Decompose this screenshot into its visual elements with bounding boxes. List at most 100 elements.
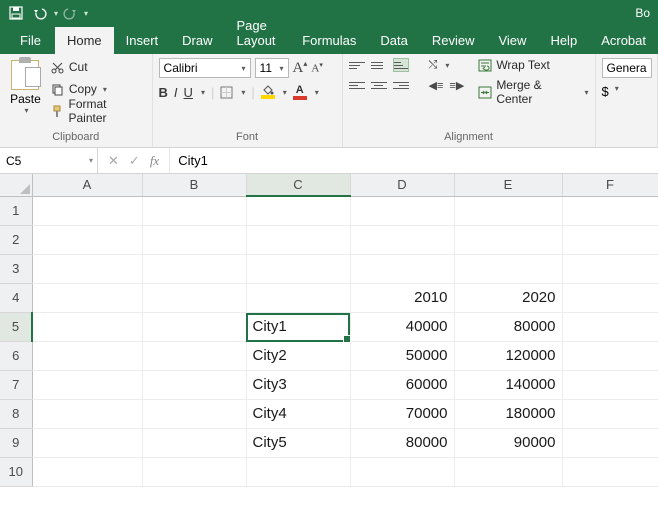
- tab-insert[interactable]: Insert: [114, 27, 171, 54]
- col-header-F[interactable]: F: [562, 174, 658, 196]
- cell-A7[interactable]: [32, 370, 142, 399]
- cell-E4[interactable]: 2020: [454, 283, 562, 312]
- decrease-font-icon[interactable]: A▾: [311, 61, 322, 75]
- decrease-indent-button[interactable]: ◀≡: [429, 79, 444, 92]
- cell-D2[interactable]: [350, 225, 454, 254]
- save-button[interactable]: [4, 1, 28, 25]
- cell-D4[interactable]: 2010: [350, 283, 454, 312]
- bold-button[interactable]: B: [159, 85, 168, 100]
- cell-A4[interactable]: [32, 283, 142, 312]
- format-painter-button[interactable]: Format Painter: [51, 102, 146, 120]
- cell-F8[interactable]: [562, 399, 658, 428]
- increase-indent-button[interactable]: ≡▶: [449, 79, 464, 92]
- font-size-combo[interactable]: 11▾: [255, 58, 289, 78]
- cell-B6[interactable]: [142, 341, 246, 370]
- fx-icon[interactable]: fx: [150, 153, 159, 169]
- currency-button[interactable]: $: [602, 84, 609, 99]
- row-header-8[interactable]: 8: [0, 399, 32, 428]
- cell-A8[interactable]: [32, 399, 142, 428]
- cell-D1[interactable]: [350, 196, 454, 225]
- cell-A10[interactable]: [32, 457, 142, 486]
- select-all-corner[interactable]: [0, 174, 32, 196]
- enter-formula-icon[interactable]: ✓: [129, 153, 140, 169]
- row-header-5[interactable]: 5: [0, 312, 32, 341]
- wrap-text-button[interactable]: Wrap Text: [478, 58, 588, 72]
- paste-button[interactable]: Paste: [10, 92, 41, 106]
- cell-E2[interactable]: [454, 225, 562, 254]
- cell-F10[interactable]: [562, 457, 658, 486]
- cell-E3[interactable]: [454, 254, 562, 283]
- row-header-6[interactable]: 6: [0, 341, 32, 370]
- row-header-1[interactable]: 1: [0, 196, 32, 225]
- align-center-button[interactable]: [371, 78, 387, 92]
- cell-B5[interactable]: [142, 312, 246, 341]
- cell-A1[interactable]: [32, 196, 142, 225]
- cell-C1[interactable]: [246, 196, 350, 225]
- cell-D7[interactable]: 60000: [350, 370, 454, 399]
- cell-E1[interactable]: [454, 196, 562, 225]
- undo-button[interactable]: [28, 1, 52, 25]
- cell-A5[interactable]: [32, 312, 142, 341]
- cancel-formula-icon[interactable]: ✕: [108, 153, 119, 169]
- cell-B7[interactable]: [142, 370, 246, 399]
- tab-view[interactable]: View: [486, 27, 538, 54]
- cell-D3[interactable]: [350, 254, 454, 283]
- cell-D8[interactable]: 70000: [350, 399, 454, 428]
- tab-data[interactable]: Data: [368, 27, 419, 54]
- tab-page-layout[interactable]: Page Layout: [225, 12, 291, 54]
- tab-review[interactable]: Review: [420, 27, 487, 54]
- col-header-C[interactable]: C: [246, 174, 350, 196]
- row-header-4[interactable]: 4: [0, 283, 32, 312]
- cell-D10[interactable]: [350, 457, 454, 486]
- row-header-7[interactable]: 7: [0, 370, 32, 399]
- orientation-button[interactable]: ⤭: [429, 59, 438, 72]
- cell-B2[interactable]: [142, 225, 246, 254]
- cell-C5[interactable]: City1: [246, 312, 350, 341]
- cell-A2[interactable]: [32, 225, 142, 254]
- row-header-2[interactable]: 2: [0, 225, 32, 254]
- italic-button[interactable]: I: [174, 85, 178, 100]
- cell-D9[interactable]: 80000: [350, 428, 454, 457]
- tab-formulas[interactable]: Formulas: [290, 27, 368, 54]
- cell-C6[interactable]: City2: [246, 341, 350, 370]
- name-box[interactable]: C5 ▾: [0, 148, 98, 173]
- cell-A3[interactable]: [32, 254, 142, 283]
- cell-B3[interactable]: [142, 254, 246, 283]
- align-top-button[interactable]: [349, 58, 365, 72]
- cell-B10[interactable]: [142, 457, 246, 486]
- font-color-button[interactable]: A: [293, 84, 307, 100]
- cell-E7[interactable]: 140000: [454, 370, 562, 399]
- cell-F6[interactable]: [562, 341, 658, 370]
- merge-center-button[interactable]: Merge & Center ▾: [478, 78, 588, 106]
- align-left-button[interactable]: [349, 78, 365, 92]
- align-right-button[interactable]: [393, 78, 409, 92]
- cell-F4[interactable]: [562, 283, 658, 312]
- number-format-combo[interactable]: Genera: [602, 58, 652, 78]
- cell-C7[interactable]: City3: [246, 370, 350, 399]
- cell-F9[interactable]: [562, 428, 658, 457]
- cell-B8[interactable]: [142, 399, 246, 428]
- cell-E10[interactable]: [454, 457, 562, 486]
- cell-A9[interactable]: [32, 428, 142, 457]
- borders-button[interactable]: [220, 86, 233, 99]
- copy-button[interactable]: Copy ▾: [51, 80, 146, 98]
- cell-F5[interactable]: [562, 312, 658, 341]
- col-header-A[interactable]: A: [32, 174, 142, 196]
- cell-C8[interactable]: City4: [246, 399, 350, 428]
- align-bottom-button[interactable]: [393, 58, 409, 72]
- row-header-10[interactable]: 10: [0, 457, 32, 486]
- col-header-B[interactable]: B: [142, 174, 246, 196]
- redo-button[interactable]: [58, 1, 82, 25]
- worksheet-grid[interactable]: A B C D E F 1234201020205City14000080000…: [0, 174, 658, 487]
- cell-B1[interactable]: [142, 196, 246, 225]
- row-header-3[interactable]: 3: [0, 254, 32, 283]
- cell-B9[interactable]: [142, 428, 246, 457]
- tab-acrobat[interactable]: Acrobat: [589, 27, 658, 54]
- cell-D6[interactable]: 50000: [350, 341, 454, 370]
- fill-color-button[interactable]: [261, 85, 275, 99]
- font-name-combo[interactable]: Calibri▾: [159, 58, 251, 78]
- cell-C10[interactable]: [246, 457, 350, 486]
- cell-E9[interactable]: 90000: [454, 428, 562, 457]
- cell-A6[interactable]: [32, 341, 142, 370]
- cell-B4[interactable]: [142, 283, 246, 312]
